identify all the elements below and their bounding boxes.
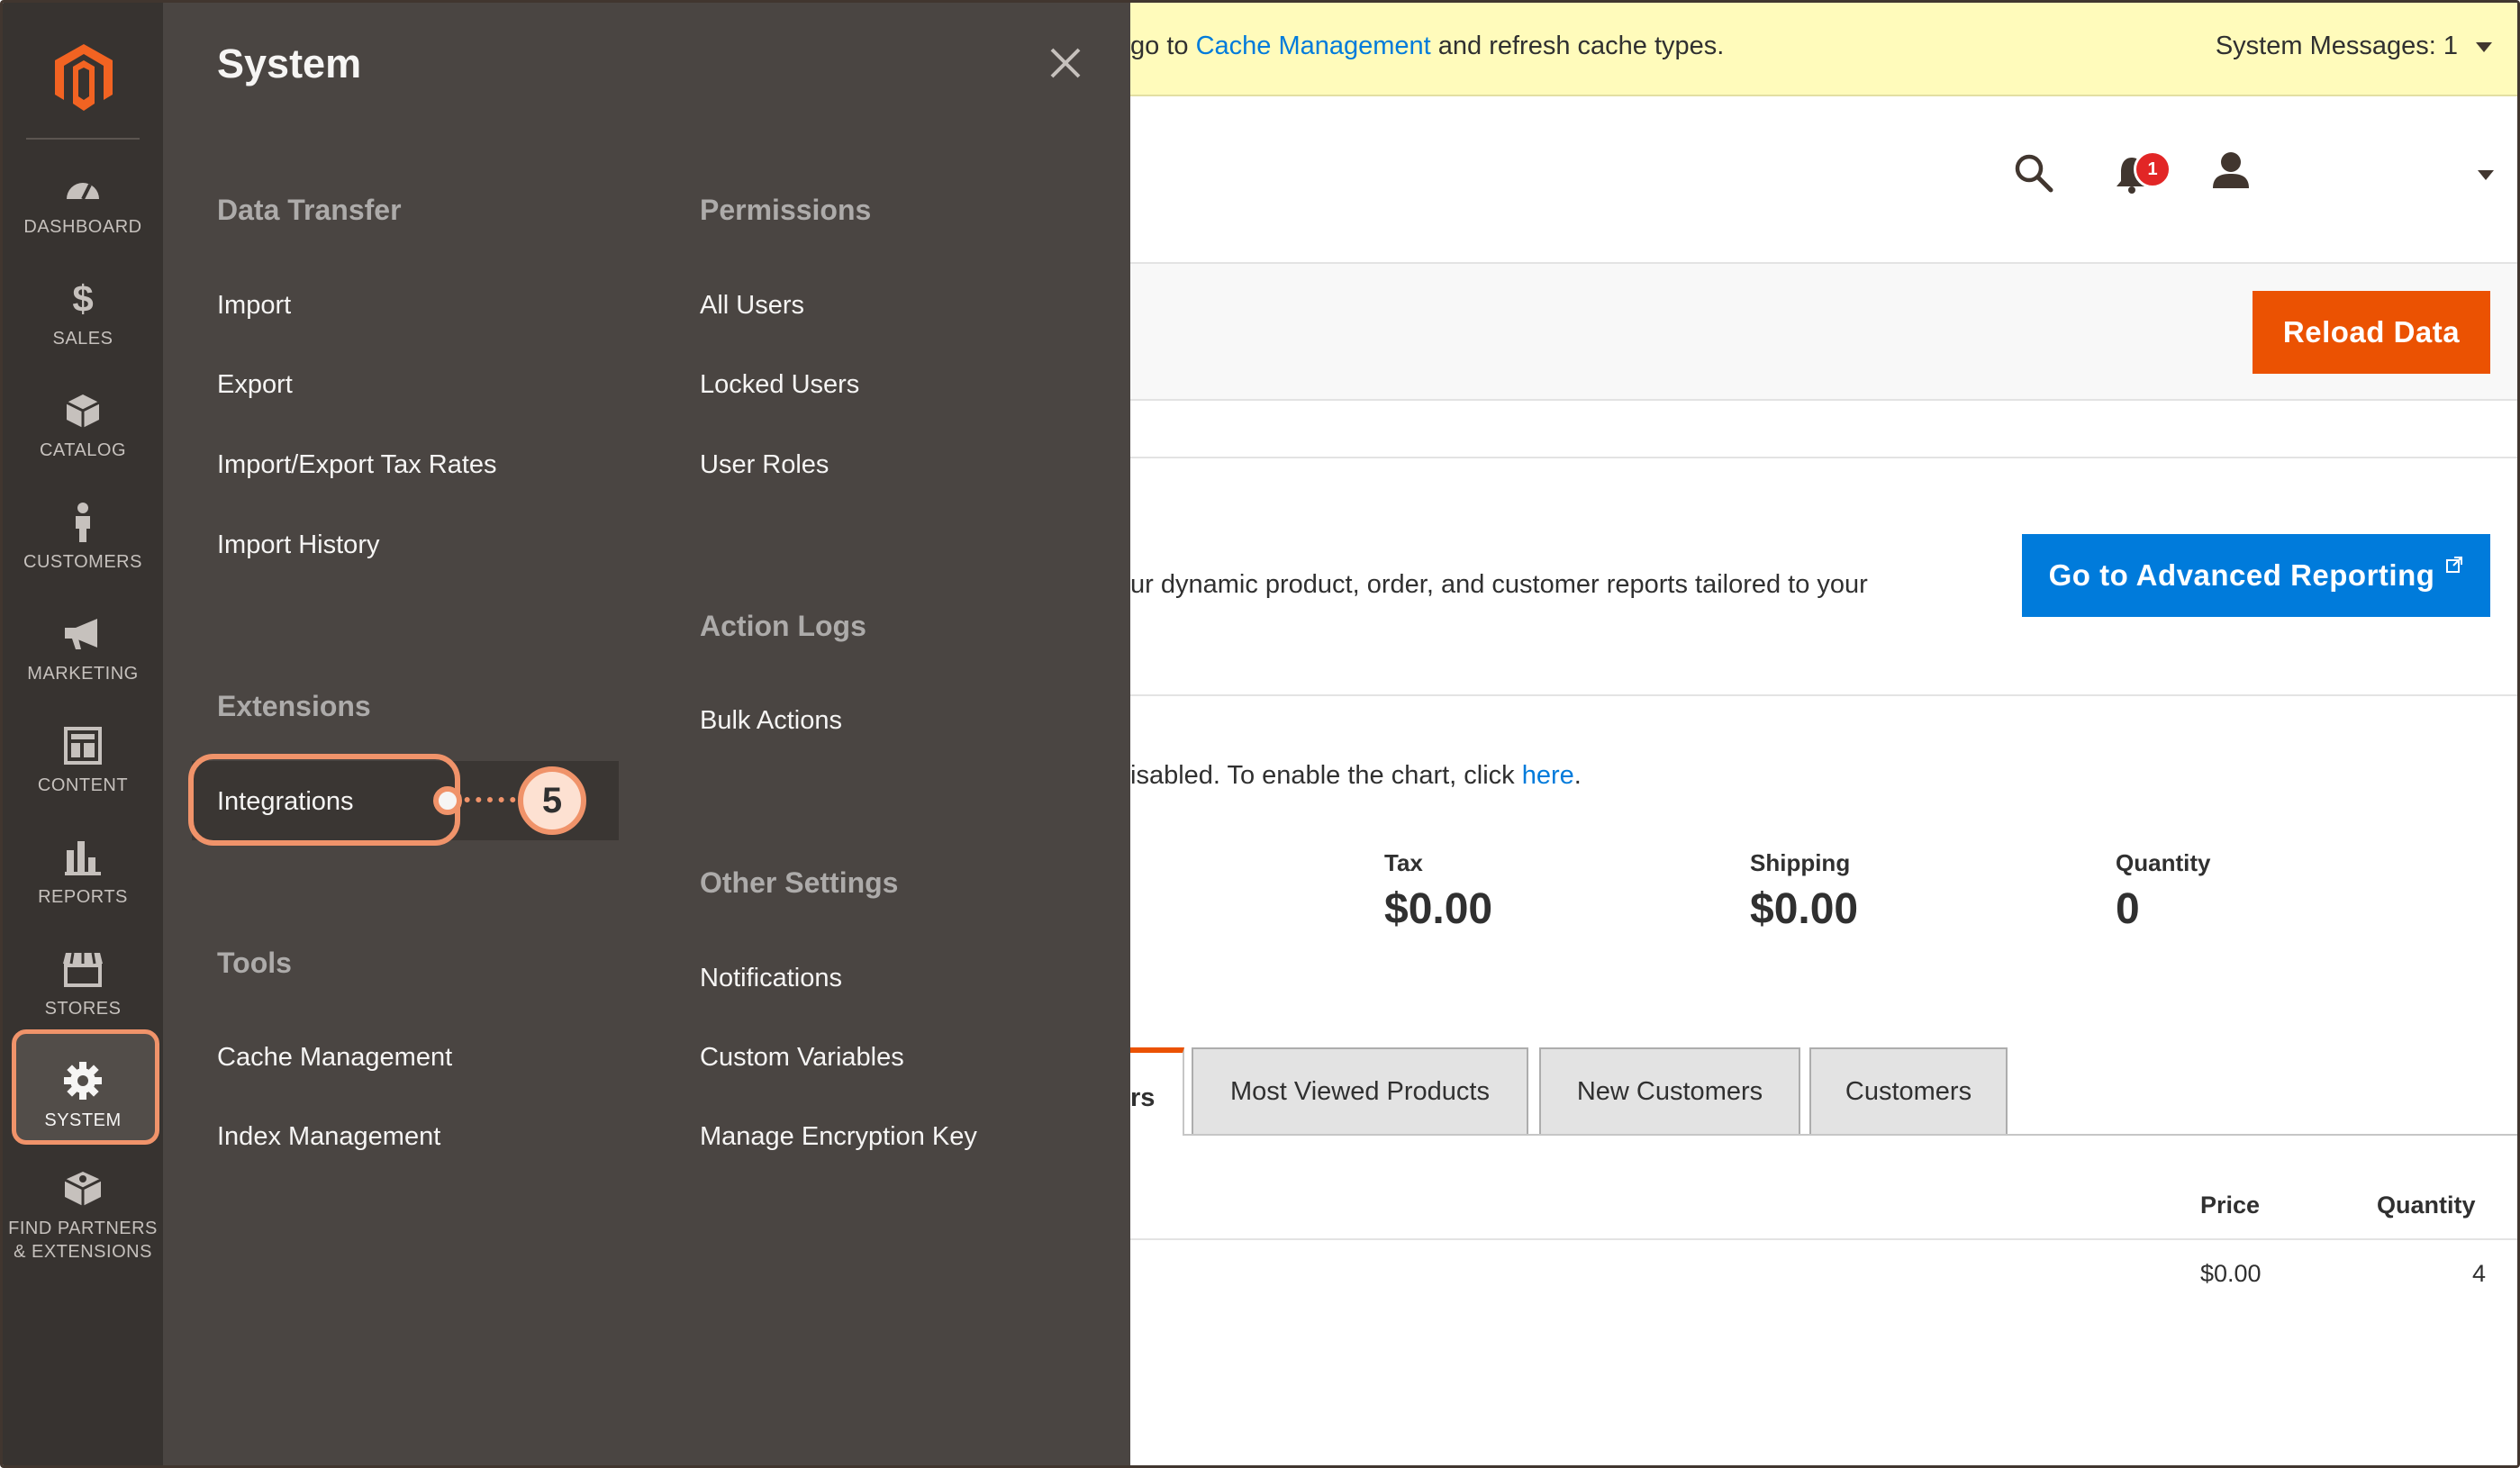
nav-item-customers[interactable]: CUSTOMERS	[3, 500, 163, 599]
divider	[26, 138, 140, 140]
magento-logo-icon[interactable]	[48, 41, 120, 113]
user-icon[interactable]	[2211, 150, 2251, 192]
page-actions-bar: Reload Data	[1130, 262, 2517, 401]
system-messages-toggle[interactable]: System Messages: 1	[2216, 32, 2458, 61]
admin-sidebar: DASHBOARD $ SALES CATALOG CUSTOMERS MARK…	[3, 3, 163, 1465]
menu-link-integrations[interactable]: Integrations	[217, 787, 354, 817]
stat-quantity: Quantity 0	[2116, 849, 2211, 933]
row-price: $0.00	[2200, 1260, 2262, 1287]
group-heading-data-transfer: Data Transfer	[217, 194, 402, 226]
group-heading-permissions: Permissions	[700, 194, 872, 226]
nav-item-sales[interactable]: $ SALES	[3, 276, 163, 376]
reload-data-button[interactable]: Reload Data	[2253, 291, 2490, 374]
menu-link-import-export-tax-rates[interactable]: Import/Export Tax Rates	[217, 450, 497, 480]
stat-shipping: Shipping $0.00	[1750, 849, 1859, 933]
chevron-down-icon[interactable]	[2476, 42, 2492, 52]
tab-most-viewed-products[interactable]: Most Viewed Products	[1192, 1047, 1528, 1134]
nav-item-content[interactable]: CONTENT	[3, 723, 163, 822]
divider	[1130, 694, 2517, 696]
dollar-icon: $	[72, 277, 94, 320]
group-heading-action-logs: Action Logs	[700, 610, 866, 642]
row-quantity: 4	[2472, 1260, 2487, 1287]
nav-item-marketing[interactable]: MARKETING	[3, 612, 163, 711]
browser-frame: go to Cache Management and refresh cache…	[0, 0, 2520, 1468]
menu-link-custom-variables[interactable]: Custom Variables	[700, 1043, 904, 1073]
nav-item-find-partners[interactable]: FIND PARTNERS & EXTENSIONS	[3, 1166, 163, 1283]
bar-chart-icon	[60, 835, 105, 880]
callout-dot	[433, 786, 462, 815]
megaphone-icon	[60, 612, 105, 657]
step-number-badge: 5	[518, 766, 586, 835]
chevron-down-icon[interactable]	[2478, 170, 2494, 180]
enable-chart-link[interactable]: here	[1522, 761, 1574, 790]
column-header-price[interactable]: Price	[2200, 1192, 2260, 1219]
stat-tax: Tax $0.00	[1384, 849, 1493, 933]
flyout-title: System	[217, 41, 362, 86]
callout-connector	[453, 797, 527, 802]
puzzle-box-icon	[60, 1166, 105, 1211]
box-icon	[60, 388, 105, 433]
gear-icon	[60, 1058, 105, 1103]
advanced-reporting-button[interactable]: Go to Advanced Reporting	[2022, 534, 2490, 617]
menu-link-index-management[interactable]: Index Management	[217, 1122, 440, 1152]
menu-link-import-history[interactable]: Import History	[217, 530, 379, 560]
menu-link-import[interactable]: Import	[217, 291, 291, 321]
menu-link-notifications[interactable]: Notifications	[700, 964, 842, 993]
system-message-bar: go to Cache Management and refresh cache…	[1130, 3, 2517, 96]
cache-management-link[interactable]: Cache Management	[1196, 32, 1431, 60]
column-header-quantity[interactable]: Quantity	[2377, 1192, 2476, 1219]
notification-count-badge[interactable]: 1	[2134, 150, 2171, 188]
nav-item-reports[interactable]: REPORTS	[3, 835, 163, 934]
menu-link-cache-management[interactable]: Cache Management	[217, 1043, 452, 1073]
layout-icon	[60, 723, 105, 768]
advanced-reporting-description: ur dynamic product, order, and customer …	[1130, 570, 1868, 599]
menu-link-manage-encryption-key[interactable]: Manage Encryption Key	[700, 1122, 977, 1152]
system-menu-flyout: System Data Transfer Import Export Impor…	[163, 3, 1130, 1465]
search-icon[interactable]	[2013, 152, 2054, 194]
person-icon	[60, 500, 105, 545]
tabs-baseline	[1130, 1134, 2517, 1136]
tab-new-customers[interactable]: New Customers	[1539, 1047, 1800, 1134]
menu-link-export[interactable]: Export	[217, 370, 293, 400]
system-message-text: go to Cache Management and refresh cache…	[1130, 32, 1725, 60]
menu-link-bulk-actions[interactable]: Bulk Actions	[700, 706, 842, 736]
nav-item-system[interactable]: SYSTEM	[3, 1058, 163, 1157]
group-heading-other-settings: Other Settings	[700, 866, 899, 899]
tab-bestsellers[interactable]: rs	[1130, 1047, 1184, 1136]
group-heading-extensions: Extensions	[217, 690, 371, 722]
tab-customers[interactable]: Customers	[1809, 1047, 2008, 1134]
storefront-icon	[60, 947, 105, 992]
chart-disabled-notice: isabled. To enable the chart, click here…	[1130, 761, 1582, 790]
menu-link-all-users[interactable]: All Users	[700, 291, 804, 321]
close-icon[interactable]	[1041, 39, 1090, 87]
grid-header-divider	[1130, 1238, 2517, 1240]
menu-link-user-roles[interactable]: User Roles	[700, 450, 829, 480]
nav-item-dashboard[interactable]: DASHBOARD	[3, 165, 163, 264]
nav-item-catalog[interactable]: CATALOG	[3, 388, 163, 487]
page-header-actions: 1	[1130, 96, 2517, 262]
group-heading-tools: Tools	[217, 947, 292, 979]
menu-link-locked-users[interactable]: Locked Users	[700, 370, 859, 400]
divider	[1130, 457, 2517, 458]
external-link-icon	[2446, 557, 2463, 573]
speedometer-icon	[60, 165, 105, 210]
